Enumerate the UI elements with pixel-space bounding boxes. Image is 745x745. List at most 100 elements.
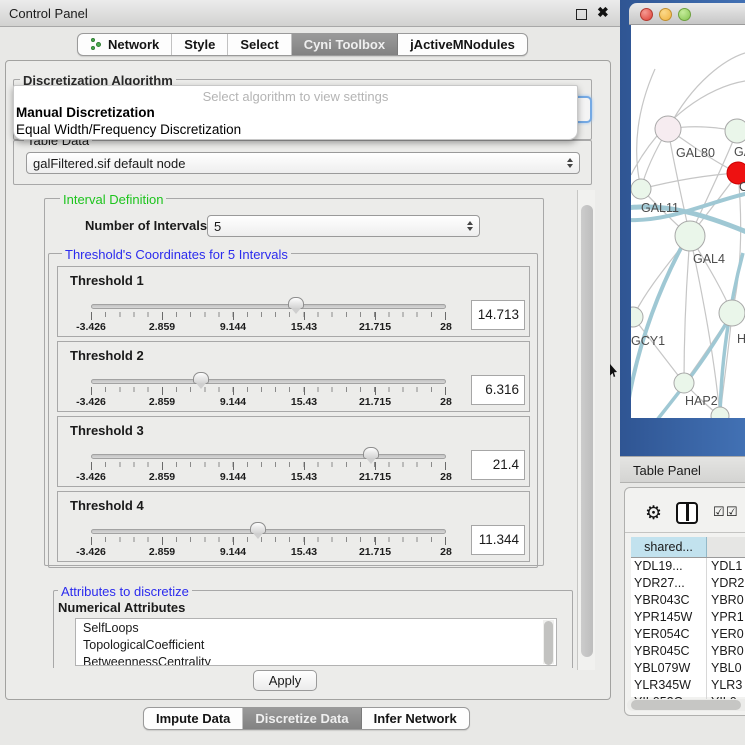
slider-tick-labels: -3.4262.8599.14415.4321.71528 [91, 546, 446, 558]
table-horizontal-scrollbar[interactable] [627, 699, 745, 711]
node-gal11[interactable] [631, 179, 651, 199]
slider-thumb[interactable] [193, 372, 209, 384]
table-data-combobox[interactable]: galFiltered.sif default node [26, 152, 580, 174]
node-attribute-table: shared... n YDL19...YDL1 YDR27...YDR2 YB… [631, 537, 745, 697]
tab-select[interactable]: Select [228, 34, 291, 55]
numerical-attributes-label: Numerical Attributes [55, 600, 188, 615]
close-icon[interactable]: ✖ [597, 4, 609, 21]
slider-thumb[interactable] [288, 297, 304, 309]
node-label-gal80: GAL80 [676, 146, 715, 160]
checkbox-icon[interactable]: ☑ [726, 504, 738, 520]
threshold-2-label: Threshold 2 [70, 348, 144, 363]
column-header-shared-name[interactable]: shared... [631, 537, 707, 557]
network-canvas[interactable]: GAL80 GA C GAL11 GAL4 GCY1 H HAP2 [631, 25, 745, 418]
table-row[interactable]: YLR345WYLR3 [631, 677, 745, 694]
node-label-partial-g: GA [734, 145, 745, 159]
table-row[interactable]: YDL19...YDL1 [631, 558, 745, 575]
interval-definition-label: Interval Definition [60, 192, 166, 207]
gear-icon[interactable]: ⚙ [645, 502, 662, 525]
slider-track[interactable] [91, 454, 446, 459]
node-label-hap2: HAP2 [685, 394, 718, 408]
node-top-right[interactable] [725, 119, 745, 143]
table-header-row: shared... n [631, 537, 745, 558]
threshold-2-panel: Threshold 2 -3.4262.8599.14415.4321.7152… [57, 341, 530, 412]
maximize-traffic-light[interactable] [678, 8, 691, 21]
table-row[interactable]: YBR045CYBR0 [631, 643, 745, 660]
column-layout-icon[interactable] [676, 502, 698, 524]
slider-ticks [91, 537, 446, 545]
minimize-traffic-light[interactable] [659, 8, 672, 21]
node-gal4[interactable] [675, 221, 705, 251]
algorithm-dropdown-popup: Select algorithm to view settings Manual… [13, 85, 578, 140]
dropdown-placeholder: Select algorithm to view settings [14, 89, 577, 104]
table-row[interactable]: YPR145WYPR1 [631, 609, 745, 626]
table-panel-header: Table Panel [620, 456, 745, 483]
number-of-intervals-combobox[interactable]: 5 [207, 215, 480, 237]
scrollbar-thumb[interactable] [631, 700, 741, 710]
mouse-cursor [610, 364, 619, 377]
float-window-icon[interactable] [576, 9, 587, 20]
slider-thumb[interactable] [250, 522, 266, 534]
node-label-partial-c: C [739, 180, 745, 194]
node-gal80[interactable] [655, 116, 681, 142]
threshold-3-panel: Threshold 3 -3.4262.8599.14415.4321.7152… [57, 416, 530, 487]
threshold-4-value-field[interactable]: 11.344 [471, 525, 525, 555]
tab-cyni-toolbox[interactable]: Cyni Toolbox [292, 34, 398, 55]
close-traffic-light[interactable] [640, 8, 653, 21]
toolbar-divider [625, 532, 745, 533]
threshold-4-label: Threshold 4 [70, 498, 144, 513]
threshold-4-slider[interactable]: -3.4262.8599.14415.4321.71528 [91, 522, 446, 558]
list-item[interactable]: BetweennessCentrality [76, 653, 556, 666]
numerical-attributes-list: SelfLoops TopologicalCoefficient Between… [75, 618, 557, 666]
node-gcy1[interactable] [631, 307, 643, 327]
tab-discretize-data[interactable]: Discretize Data [243, 708, 361, 729]
threshold-2-value-field[interactable]: 6.316 [471, 375, 525, 405]
threshold-3-slider[interactable]: -3.4262.8599.14415.4321.71528 [91, 447, 446, 483]
slider-track[interactable] [91, 529, 446, 534]
tab-infer-network[interactable]: Infer Network [362, 708, 469, 729]
slider-track[interactable] [91, 379, 446, 384]
network-window-titlebar[interactable] [629, 3, 745, 25]
top-tab-bar: Network Style Select Cyni Toolbox jActiv… [77, 33, 528, 56]
combo-arrows-icon [467, 216, 473, 236]
node-hap2[interactable] [674, 373, 694, 393]
slider-track[interactable] [91, 304, 446, 309]
threshold-1-label: Threshold 1 [70, 273, 144, 288]
tab-network[interactable]: Network [78, 34, 172, 55]
threshold-1-slider[interactable]: -3.4262.8599.14415.4321.71528 [91, 297, 446, 333]
table-row[interactable]: YBL079WYBL0 [631, 660, 745, 677]
slider-thumb[interactable] [363, 447, 379, 459]
list-scrollbar[interactable] [543, 620, 554, 664]
threshold-3-value-field[interactable]: 21.4 [471, 450, 525, 480]
tab-jactivemnodules[interactable]: jActiveMNodules [398, 34, 527, 55]
bottom-tab-bar: Impute Data Discretize Data Infer Networ… [143, 707, 470, 730]
column-header-name[interactable]: n [707, 537, 745, 557]
settings-vertical-scrollbar[interactable] [577, 190, 595, 670]
network-graph: GAL80 GA C GAL11 GAL4 GCY1 H HAP2 [631, 25, 745, 418]
node-label-gal4: GAL4 [693, 252, 725, 266]
table-panel-card: ⚙ ☑ ☑ shared... n YDL19...YDL1 YDR27...Y… [624, 487, 745, 716]
table-data-combobox-value: galFiltered.sif default node [33, 156, 185, 171]
tab-impute-data[interactable]: Impute Data [144, 708, 243, 729]
threshold-3-label: Threshold 3 [70, 423, 144, 438]
list-item[interactable]: SelfLoops [76, 619, 556, 636]
node-label-gal11: GAL11 [641, 201, 679, 215]
option-manual-discretization[interactable]: Manual Discretization [16, 105, 155, 120]
combo-arrows-icon [567, 153, 573, 173]
threshold-1-value-field[interactable]: 14.713 [471, 300, 525, 330]
checkbox-icon[interactable]: ☑ [713, 504, 725, 520]
table-row[interactable]: YDR27...YDR2 [631, 575, 745, 592]
option-equal-width-frequency[interactable]: Equal Width/Frequency Discretization [16, 122, 241, 137]
table-row[interactable]: YER054CYER0 [631, 626, 745, 643]
list-item[interactable]: TopologicalCoefficient [76, 636, 556, 653]
panel-title: Control Panel [9, 6, 88, 21]
table-row[interactable]: YBR043CYBR0 [631, 592, 745, 609]
node-bottom[interactable] [711, 407, 729, 418]
scrollbar-thumb[interactable] [581, 205, 593, 657]
attributes-group-label: Attributes to discretize [58, 584, 192, 599]
apply-button[interactable]: Apply [253, 670, 317, 691]
tab-style[interactable]: Style [172, 34, 228, 55]
threshold-2-slider[interactable]: -3.4262.8599.14415.4321.71528 [91, 372, 446, 408]
node-right[interactable] [719, 300, 745, 326]
settings-scroll-area: Interval Definition Number of Intervals … [40, 188, 576, 668]
